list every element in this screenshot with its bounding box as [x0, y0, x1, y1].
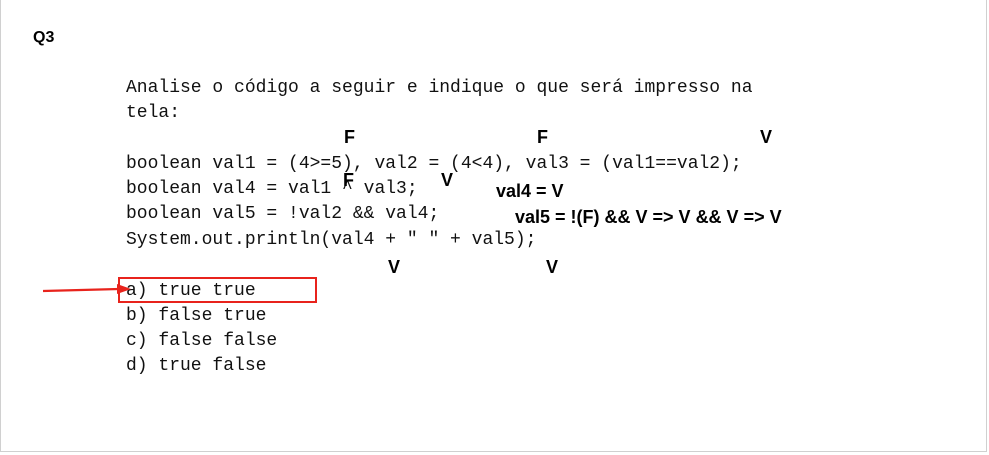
annotation-print-right: V — [546, 257, 559, 277]
code-line-1: boolean val1 = (4>=5), val2 = (4<4), val… — [126, 154, 742, 174]
annotation-val4-right: V — [441, 170, 454, 190]
page-frame: Q3 Analise o código a seguir e indique o… — [0, 0, 987, 452]
annotation-val1-result: F — [344, 127, 355, 147]
annotation-print-left: V — [388, 257, 401, 277]
annotation-val4-eval: val4 = V — [496, 181, 564, 201]
option-b[interactable]: b) false true — [126, 306, 266, 326]
code-line-2: boolean val4 = val1 ^ val3; — [126, 179, 418, 199]
annotation-val5-eval: val5 = !(F) && V => V && V => V — [515, 207, 782, 227]
annotation-val3-result: V — [760, 127, 773, 147]
question-prompt-line-2: tela: — [126, 103, 181, 123]
answer-highlight-box — [118, 277, 317, 303]
option-c[interactable]: c) false false — [126, 331, 277, 351]
arrow-right-icon — [43, 284, 131, 294]
option-d[interactable]: d) true false — [126, 356, 266, 376]
code-line-3: boolean val5 = !val2 && val4; — [126, 204, 440, 224]
annotation-val4-left: F — [343, 170, 354, 190]
annotation-val2-result: F — [537, 127, 548, 147]
question-prompt-line-1: Analise o código a seguir e indique o qu… — [126, 78, 753, 98]
question-number: Q3 — [33, 29, 55, 46]
code-line-4: System.out.println(val4 + " " + val5); — [126, 230, 537, 250]
